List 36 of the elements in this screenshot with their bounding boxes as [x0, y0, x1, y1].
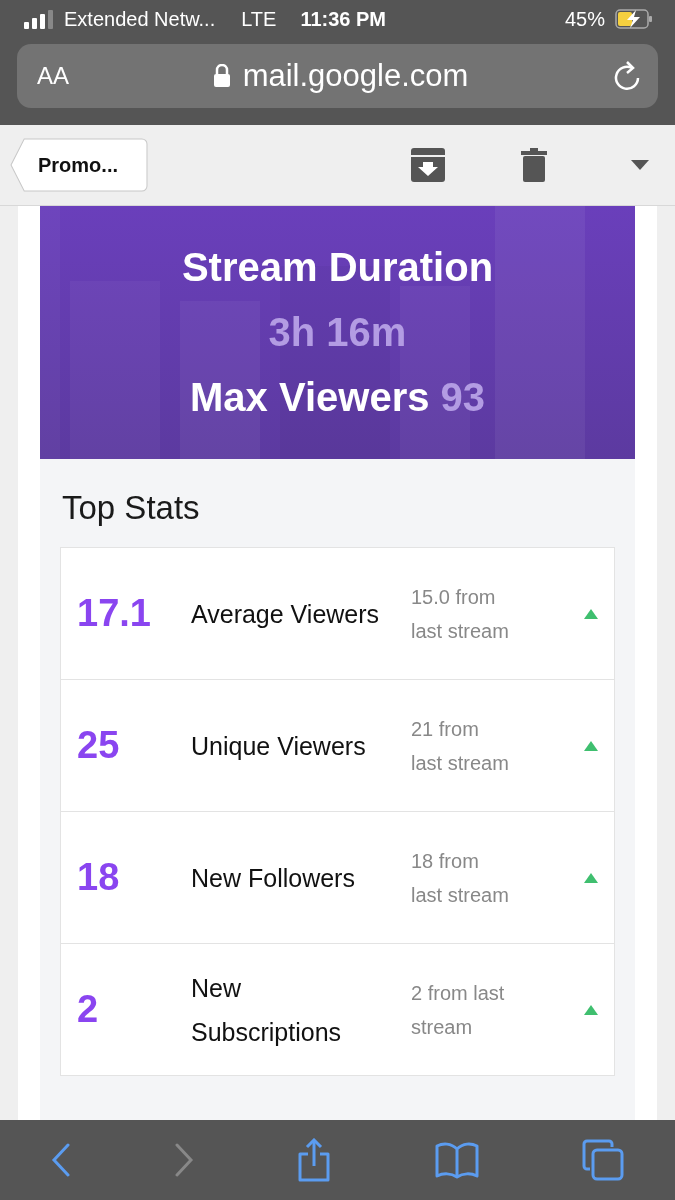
back-icon[interactable]	[51, 1143, 72, 1177]
stat-value: 18	[77, 856, 121, 899]
stat-change: 18 from last stream	[411, 848, 510, 908]
carrier-name: Extended Netw...	[64, 7, 216, 31]
bookmarks-icon[interactable]	[435, 1141, 480, 1179]
section-title: Top Stats	[61, 488, 201, 528]
stat-value: 17.1	[77, 592, 152, 635]
clock: 11:36 PM	[300, 7, 386, 31]
network-type: LTE	[241, 7, 277, 31]
share-icon[interactable]	[296, 1138, 333, 1182]
battery-percent: 45%	[564, 7, 605, 31]
back-button[interactable]: Promo...	[10, 138, 148, 192]
stat-value: 25	[77, 724, 121, 767]
stream-duration: 3h 16m	[268, 310, 407, 355]
banner-title: Stream Duration	[181, 245, 494, 290]
stat-value: 2	[77, 988, 100, 1031]
battery-charging-icon	[615, 9, 653, 29]
reload-icon[interactable]	[612, 60, 642, 92]
stat-change: 15.0 from last stream	[411, 584, 510, 644]
stat-label: Average Viewers	[191, 598, 381, 630]
signal-icon	[24, 9, 54, 29]
max-viewers-value: 93	[440, 375, 485, 420]
address-bar[interactable]: AA mail.google.com	[17, 44, 658, 108]
stat-label: New Followers	[191, 862, 356, 894]
stat-change: 21 from last stream	[411, 716, 510, 776]
more-dropdown-button[interactable]	[631, 160, 649, 170]
delete-button[interactable]	[521, 148, 547, 182]
stat-label: New Subscriptions	[191, 972, 343, 1048]
max-viewers-label: Max Viewers	[190, 375, 430, 420]
lock-icon	[212, 64, 231, 88]
text-size-button[interactable]: AA	[37, 62, 69, 90]
tabs-icon[interactable]	[581, 1139, 624, 1181]
stat-label: Unique Viewers	[191, 730, 367, 762]
archive-button[interactable]	[411, 148, 445, 182]
url-text: mail.google.com	[242, 58, 469, 94]
stat-change: 2 from last stream	[411, 980, 506, 1040]
